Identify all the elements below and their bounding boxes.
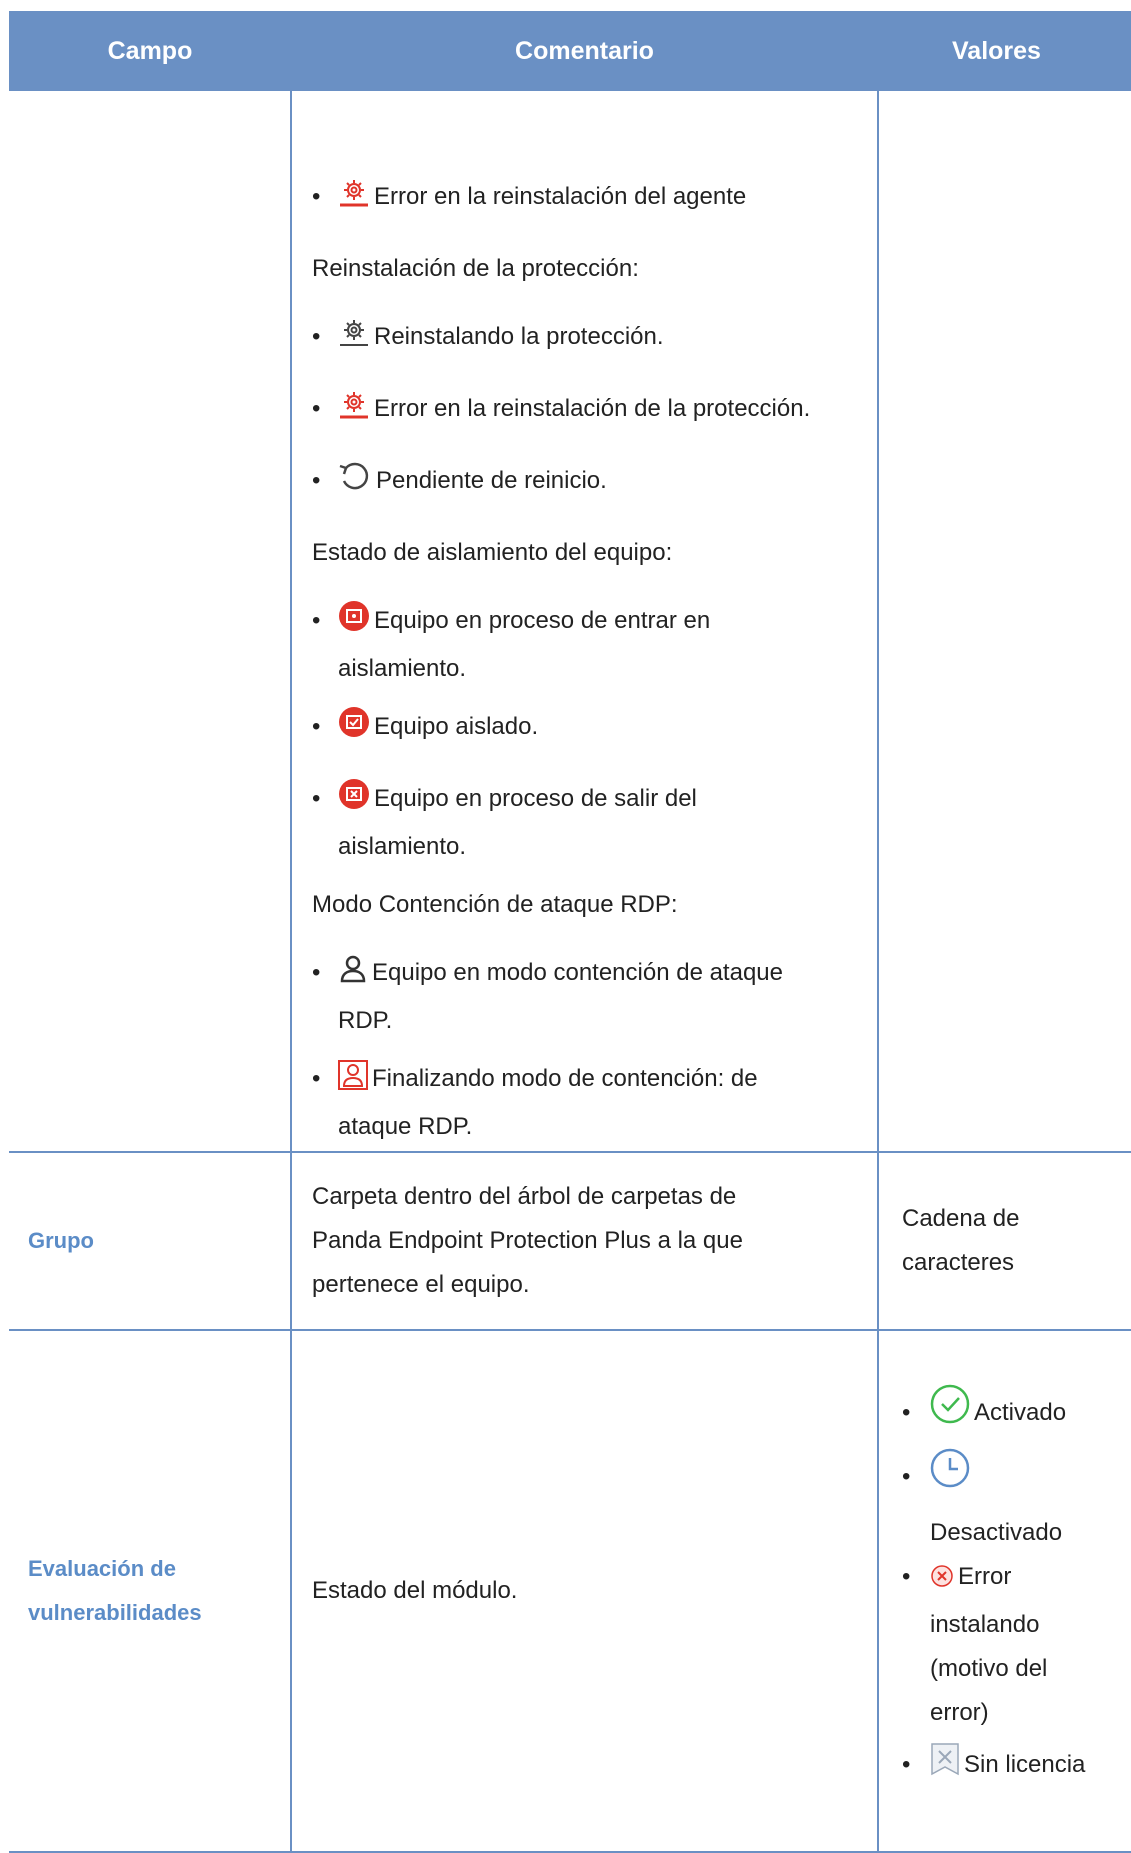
list-item: Finalizando modo de contención: de ataqu… [312, 1045, 857, 1151]
value-text: (motivo del [930, 1655, 1048, 1682]
item-text-continued: aislamiento. [338, 655, 467, 682]
table-row: Evaluación de vulnerabilidades Estado de… [9, 1330, 1131, 1853]
header-comentario: Comentario [291, 0, 878, 91]
list-item: Equipo en modo contención de ataque RDP. [312, 939, 857, 1045]
list-item: Equipo en proceso de salir del aislamien… [312, 765, 857, 871]
field-name-line: vulnerabilidades [28, 1600, 202, 1625]
item-text: Equipo aislado. [374, 713, 539, 740]
table-header-row: Campo Comentario Valores [9, 0, 1131, 91]
no-license-icon [930, 1739, 960, 1799]
item-text: Finalizando modo de contención: de [372, 1065, 758, 1092]
clock-icon [930, 1448, 970, 1511]
section-heading: Estado de aislamiento del equipo: [312, 539, 673, 566]
section-heading: Reinstalación de la protección: [312, 255, 639, 282]
list-item: Equipo aislado. [312, 693, 857, 765]
header-campo: Campo [9, 0, 291, 91]
list-item: Equipo en proceso de entrar en aislamien… [312, 587, 857, 693]
restart-icon [338, 451, 372, 519]
comment-cell: Error en la reinstalación del agente Rei… [290, 91, 879, 1153]
comment-line: pertenece el equipo. [312, 1271, 530, 1298]
item-text: Reinstalando la protección. [374, 323, 664, 350]
list-item: Pendiente de reinicio. [312, 447, 857, 519]
item-text-continued: ataque RDP. [338, 1113, 473, 1140]
value-item [902, 1447, 1130, 1511]
gear-icon [338, 307, 370, 375]
comment-line: Estado del módulo. [312, 1577, 518, 1604]
item-text: Error en la reinstalación del agente [374, 183, 747, 210]
comment-cell: Carpeta dentro del árbol de carpetas de … [290, 1152, 879, 1331]
value-text: instalando [930, 1611, 1040, 1638]
isolated-icon [338, 697, 370, 765]
item-text: Pendiente de reinicio. [376, 467, 607, 494]
field-cell: Grupo [9, 1152, 292, 1331]
value-text: Activado [974, 1399, 1067, 1426]
gear-error-icon [338, 379, 370, 447]
value-text: error) [930, 1699, 989, 1726]
value-line: caracteres [902, 1249, 1015, 1276]
error-circle-icon [930, 1559, 954, 1603]
item-text: Equipo en proceso de entrar en [374, 607, 711, 634]
values-cell: Cadena de caracteres [877, 1152, 1131, 1331]
comment-line: Panda Endpoint Protection Plus a la que [312, 1227, 743, 1254]
list-item: Error en la reinstalación del agente [312, 163, 857, 235]
value-item: Sin licencia [902, 1735, 1130, 1799]
value-item: Activado [902, 1383, 1130, 1447]
item-text: Equipo en modo contención de ataque [372, 959, 783, 986]
field-cell-empty [9, 91, 292, 1153]
list-item: Error en la reinstalación de la protecci… [312, 375, 857, 447]
fields-table: Campo Comentario Valores Error en la rei… [9, 0, 1131, 1853]
field-name-grupo: Grupo [28, 1228, 94, 1253]
section-heading: Modo Contención de ataque RDP: [312, 891, 678, 918]
value-text: Desactivado [930, 1519, 1063, 1546]
table-row: Grupo Carpeta dentro del árbol de carpet… [9, 1152, 1131, 1331]
value-text: Error [958, 1563, 1012, 1590]
field-cell: Evaluación de vulnerabilidades [9, 1330, 292, 1853]
values-cell: Activado Desactivado Error instalando [877, 1330, 1131, 1853]
item-text: Error en la reinstalación de la protecci… [374, 395, 811, 422]
item-text-continued: aislamiento. [338, 833, 467, 860]
gear-error-icon [338, 167, 370, 235]
value-item: Error [902, 1555, 1130, 1603]
value-line: Cadena de [902, 1205, 1020, 1232]
check-circle-icon [930, 1384, 970, 1447]
header-valores: Valores [878, 0, 1131, 91]
comment-cell: Estado del módulo. [290, 1330, 879, 1853]
table-row: Error en la reinstalación del agente Rei… [9, 91, 1131, 1153]
comment-line: Carpeta dentro del árbol de carpetas de [312, 1183, 737, 1210]
item-text: Equipo en proceso de salir del [374, 785, 697, 812]
field-name-line: Evaluación de [28, 1556, 176, 1581]
item-text-continued: RDP. [338, 1007, 393, 1034]
list-item: Reinstalando la protección. [312, 303, 857, 375]
values-cell-empty [877, 91, 1131, 1153]
value-text: Sin licencia [964, 1751, 1086, 1778]
